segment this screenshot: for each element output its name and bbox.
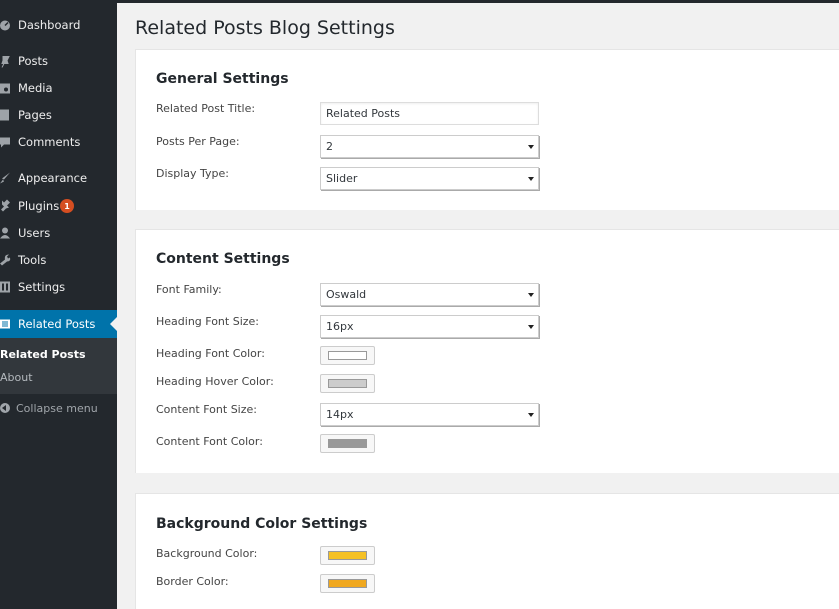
chevron-down-icon xyxy=(528,145,534,149)
pin-icon xyxy=(1,56,10,68)
sidebar-item-dashboard[interactable]: Dashboard xyxy=(0,12,117,38)
color-swatch xyxy=(328,351,367,360)
brush-icon xyxy=(0,172,10,184)
posts-per-page-label: Posts Per Page: xyxy=(156,135,240,148)
sidebar-item-label: Tools xyxy=(18,253,47,267)
heading-font-size-select[interactable]: 16px xyxy=(320,315,539,338)
comment-icon xyxy=(0,137,10,148)
section-heading: General Settings xyxy=(156,71,289,87)
sidebar-item-related-posts[interactable]: Related Posts xyxy=(0,310,117,338)
background-settings-panel: Background Color Settings Background Col… xyxy=(135,493,839,609)
heading-hover-color-label: Heading Hover Color: xyxy=(156,375,274,388)
heading-font-color-picker[interactable] xyxy=(320,346,375,365)
select-value: 16px xyxy=(326,320,354,333)
sidebar-item-label: Media xyxy=(18,81,53,95)
admin-sidebar: Dashboard Posts Media Pages Comments App… xyxy=(0,0,117,609)
sidebar-item-settings[interactable]: Settings xyxy=(0,274,117,300)
collapse-icon xyxy=(0,403,10,413)
content-font-color-picker[interactable] xyxy=(320,434,375,453)
update-count-badge: 1 xyxy=(60,199,74,213)
active-indicator xyxy=(110,317,117,331)
related-post-title-input[interactable]: Related Posts xyxy=(320,102,539,125)
sidebar-item-label: Plugins xyxy=(18,199,60,213)
settings-icon xyxy=(0,281,10,293)
sidebar-item-users[interactable]: Users xyxy=(0,220,117,246)
submenu-item-related-posts[interactable]: Related Posts xyxy=(0,348,86,361)
color-swatch xyxy=(328,379,367,388)
border-color-label: Border Color: xyxy=(156,575,229,588)
content-font-size-select[interactable]: 14px xyxy=(320,403,539,426)
chevron-down-icon xyxy=(528,293,534,297)
display-type-select[interactable]: Slider xyxy=(320,167,539,190)
border-color-picker[interactable] xyxy=(320,574,375,593)
sidebar-item-label: Related Posts xyxy=(18,317,96,331)
font-family-label: Font Family: xyxy=(156,283,222,296)
content-font-size-label: Content Font Size: xyxy=(156,403,257,416)
general-settings-panel: General Settings Related Post Title: Rel… xyxy=(135,49,839,210)
heading-hover-color-picker[interactable] xyxy=(320,374,375,393)
plug-icon xyxy=(1,199,10,212)
select-value: 2 xyxy=(326,140,333,153)
select-value: 14px xyxy=(326,408,354,421)
collapse-menu-label: Collapse menu xyxy=(16,401,98,415)
chevron-down-icon xyxy=(528,325,534,329)
sidebar-item-posts[interactable]: Posts xyxy=(0,48,117,74)
sidebar-item-tools[interactable]: Tools xyxy=(0,247,117,273)
collapse-menu-button[interactable]: Collapse menu xyxy=(0,398,98,418)
sidebar-item-comments[interactable]: Comments xyxy=(0,129,117,155)
sidebar-item-media[interactable]: Media xyxy=(0,75,117,101)
chevron-down-icon xyxy=(528,177,534,181)
sidebar-item-plugins[interactable]: Plugins 1 xyxy=(0,193,117,219)
media-icon xyxy=(0,83,10,94)
pages-icon xyxy=(0,109,9,121)
sidebar-item-label: Users xyxy=(18,226,51,240)
sidebar-item-label: Pages xyxy=(18,108,52,122)
font-family-select[interactable]: Oswald xyxy=(320,283,539,306)
section-heading: Background Color Settings xyxy=(156,516,368,532)
heading-font-size-label: Heading Font Size: xyxy=(156,315,260,328)
content-settings-panel: Content Settings Font Family: Oswald Hea… xyxy=(135,229,839,473)
users-icon xyxy=(0,227,10,239)
sidebar-item-label: Posts xyxy=(18,54,49,68)
wrench-icon xyxy=(0,254,11,266)
heading-font-color-label: Heading Font Color: xyxy=(156,347,265,360)
display-type-label: Display Type: xyxy=(156,167,230,180)
admin-bar-edge xyxy=(117,0,839,3)
background-color-picker[interactable] xyxy=(320,546,375,565)
dashboard-icon xyxy=(0,20,10,31)
sidebar-item-appearance[interactable]: Appearance xyxy=(0,165,117,191)
content-font-color-label: Content Font Color: xyxy=(156,435,263,448)
color-swatch xyxy=(328,439,367,448)
sidebar-item-label: Appearance xyxy=(18,171,88,185)
section-heading: Content Settings xyxy=(156,251,290,267)
chevron-down-icon xyxy=(528,413,534,417)
sidebar-item-label: Dashboard xyxy=(18,18,81,32)
sidebar-item-label: Settings xyxy=(18,280,66,294)
page-title: Related Posts Blog Settings xyxy=(135,17,395,39)
select-value: Oswald xyxy=(326,288,367,301)
related-posts-submenu: Related Posts About xyxy=(0,338,117,394)
color-swatch xyxy=(328,579,367,588)
submenu-item-about[interactable]: About xyxy=(0,371,33,384)
sidebar-item-label: Comments xyxy=(18,135,81,149)
color-swatch xyxy=(328,551,367,560)
sidebar-item-pages[interactable]: Pages xyxy=(0,102,117,128)
select-value: Slider xyxy=(326,172,358,185)
posts-per-page-select[interactable]: 2 xyxy=(320,135,539,158)
related-post-title-label: Related Post Title: xyxy=(156,102,256,115)
background-color-label: Background Color: xyxy=(156,547,258,560)
list-icon xyxy=(0,319,10,329)
